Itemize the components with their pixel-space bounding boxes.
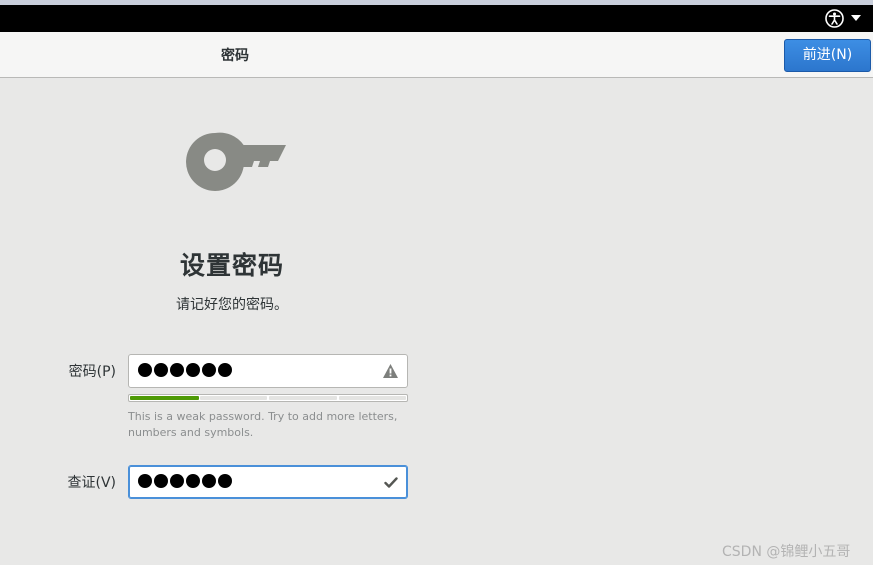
mask-dot: [186, 363, 200, 377]
mask-dot: [186, 474, 200, 488]
check-icon: [384, 477, 398, 488]
mask-dot: [170, 474, 184, 488]
header-bar: 密码 前进(N): [0, 32, 873, 78]
strength-fill: [130, 396, 199, 400]
page-title: 密码: [221, 48, 249, 64]
strength-segment: [199, 396, 267, 400]
mask-dot: [202, 363, 216, 377]
mask-dot: [138, 363, 152, 377]
mask-dot: [138, 474, 152, 488]
watermark: CSDN @锦鲤小五哥: [722, 544, 851, 560]
page-heading: 设置密码: [180, 251, 285, 280]
confirm-password-input[interactable]: [128, 465, 408, 499]
strength-hint: This is a weak password. Try to add more…: [128, 410, 398, 439]
key-icon: [186, 132, 286, 191]
installer-window: 密码 前进(N) 设置密码 请记好您的密码。 密码(P) This is a w…: [0, 0, 873, 565]
confirm-label: 查证(V): [67, 475, 116, 491]
system-menu-arrow-icon[interactable]: [851, 15, 861, 21]
accessibility-icon[interactable]: [825, 9, 844, 28]
strength-segment: [338, 396, 406, 400]
page-subtitle: 请记好您的密码。: [176, 297, 288, 313]
mask-dot: [154, 363, 168, 377]
password-input[interactable]: [128, 354, 408, 388]
password-label: 密码(P): [68, 364, 116, 380]
mask-dot: [202, 474, 216, 488]
next-button[interactable]: 前进(N): [784, 39, 871, 72]
confirm-mask: [138, 474, 232, 490]
password-strength-bar: [128, 394, 408, 402]
password-mask: [138, 363, 232, 379]
mask-dot: [218, 474, 232, 488]
mask-dot: [218, 363, 232, 377]
strength-segment: [269, 396, 337, 400]
system-top-bar: [0, 5, 873, 32]
warning-icon: [383, 364, 398, 378]
mask-dot: [170, 363, 184, 377]
mask-dot: [154, 474, 168, 488]
